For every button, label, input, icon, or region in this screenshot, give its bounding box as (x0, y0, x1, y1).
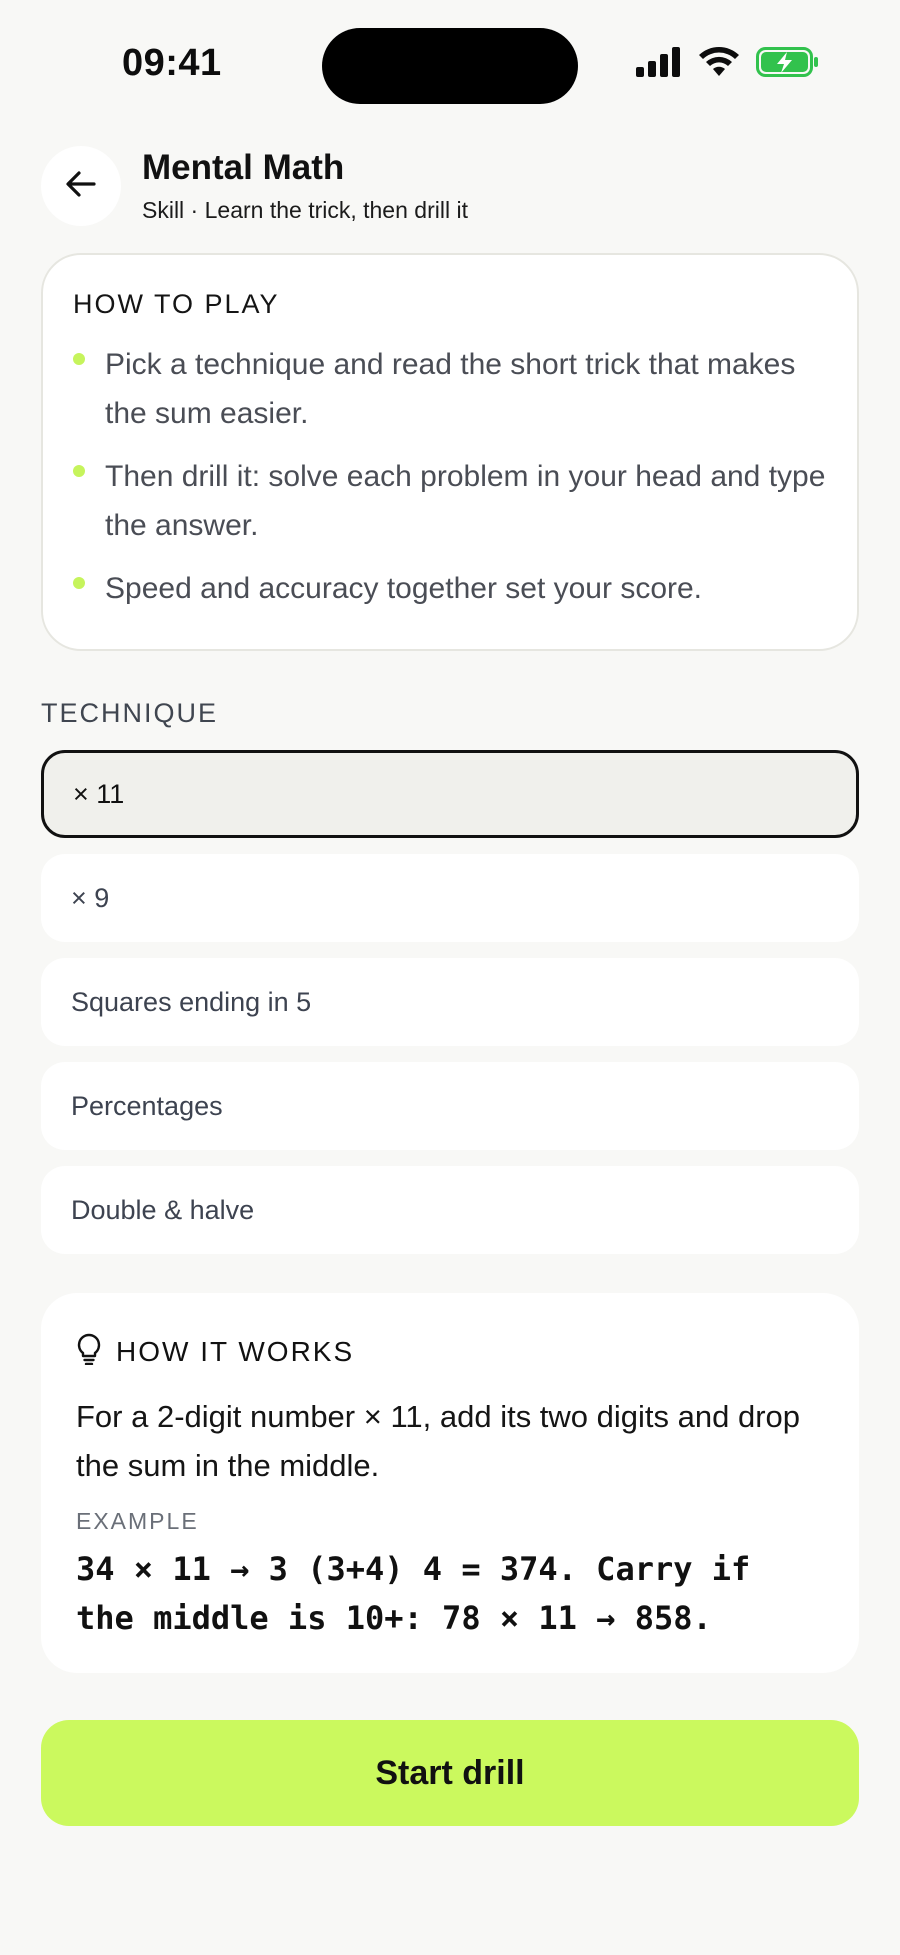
technique-option-label: Squares ending in 5 (71, 986, 312, 1017)
technique-option-label: Double & halve (71, 1194, 255, 1225)
technique-option-times-11[interactable]: × 11 (41, 750, 859, 838)
header: Mental Math Skill · Learn the trick, the… (41, 142, 861, 234)
page-subtitle: Skill · Learn the trick, then drill it (142, 197, 468, 223)
mental-math-screen: 09:41 Mental Math Skill · Learn the tric… (0, 0, 900, 1955)
technique-option-squares-ending-5[interactable]: Squares ending in 5 (41, 958, 859, 1046)
technique-option-double-halve[interactable]: Double & halve (41, 1166, 859, 1254)
how-it-works-header: HOW IT WORKS (76, 1333, 824, 1370)
how-to-play-card: HOW TO PLAY Pick a technique and read th… (41, 253, 859, 651)
technique-label: TECHNIQUE (41, 698, 219, 728)
status-time: 09:41 (122, 42, 222, 84)
technique-option-label: Percentages (71, 1090, 223, 1121)
bullet-dot-icon (73, 353, 85, 365)
lightbulb-icon (76, 1333, 102, 1370)
how-to-play-heading: HOW TO PLAY (73, 289, 280, 319)
dynamic-island (322, 28, 578, 104)
rule-item: Speed and accuracy together set your sco… (73, 564, 827, 613)
technique-list: × 11 × 9 Squares ending in 5 Percentages… (41, 750, 859, 1270)
rules-list: Pick a technique and read the short tric… (73, 340, 827, 613)
rule-item: Pick a technique and read the short tric… (73, 340, 827, 438)
rule-item: Then drill it: solve each problem in you… (73, 452, 827, 550)
example-label: EXAMPLE (76, 1508, 199, 1534)
rule-text: Then drill it: solve each problem in you… (105, 460, 826, 542)
wifi-icon (698, 46, 740, 83)
technique-option-times-9[interactable]: × 9 (41, 854, 859, 942)
status-bar: 09:41 (0, 0, 900, 132)
bullet-dot-icon (73, 577, 85, 589)
technique-option-label: × 11 (73, 778, 125, 809)
signal-icon (636, 47, 682, 82)
rule-text: Pick a technique and read the short tric… (105, 348, 796, 430)
rule-text: Speed and accuracy together set your sco… (105, 572, 703, 605)
technique-option-percentages[interactable]: Percentages (41, 1062, 859, 1150)
how-it-works-card: HOW IT WORKS For a 2-digit number × 11, … (41, 1293, 859, 1673)
how-it-works-heading: HOW IT WORKS (116, 1335, 355, 1367)
battery-charging-icon (756, 46, 820, 83)
technique-option-label: × 9 (71, 882, 110, 913)
status-icons (636, 46, 820, 83)
page-title: Mental Math (142, 148, 345, 187)
start-drill-button[interactable]: Start drill (41, 1720, 859, 1826)
example-text: 34 × 11 → 3 (3+4) 4 = 374. Carry if the … (76, 1550, 751, 1637)
bullet-dot-icon (73, 465, 85, 477)
arrow-left-icon (64, 167, 98, 206)
back-button[interactable] (41, 146, 121, 226)
how-it-works-body: For a 2-digit number × 11, add its two d… (76, 1399, 801, 1483)
